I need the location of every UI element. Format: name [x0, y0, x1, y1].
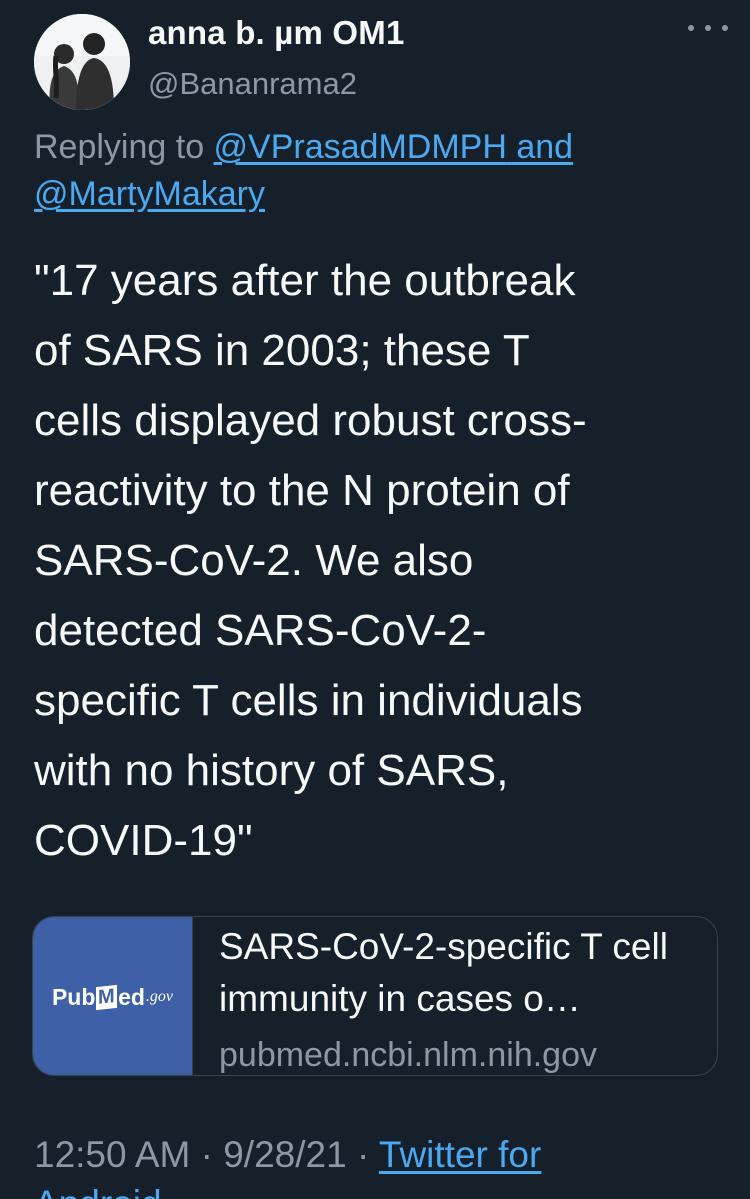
tweet-meta: 12:50 AM · 9/28/21 · Twitter for	[34, 1134, 541, 1176]
meta-separator: ·	[346, 1134, 379, 1175]
mention-link-martymakary[interactable]: @MartyMakary	[34, 175, 265, 213]
tweet-detail: anna b. µm OM1 @Bananrama2 Replying to @…	[0, 0, 750, 1199]
card-title: SARS-CoV-2-specific T cell immunity in c…	[219, 926, 668, 1019]
tweet-time[interactable]: 12:50 AM	[34, 1134, 190, 1175]
card-thumbnail: Pub Med .gov	[33, 917, 193, 1075]
replying-to-label: Replying to	[34, 128, 214, 166]
replying-to-line: Replying to @VPrasadMDMPH and @MartyMakar…	[34, 124, 724, 218]
tweet-date[interactable]: 9/28/21	[223, 1134, 346, 1175]
author-handle[interactable]: @Bananrama2	[148, 66, 357, 102]
card-body: SARS-CoV-2-specific T cell immunity in c…	[193, 917, 717, 1075]
mention-text: @VPrasadMDMPH	[213, 128, 507, 166]
meta-separator: ·	[190, 1134, 224, 1175]
more-dot-icon	[705, 25, 711, 31]
tweet-source-link[interactable]: Twitter for	[379, 1134, 541, 1175]
tweet-text: "17 years after the outbreak of SARS in …	[34, 256, 587, 865]
avatar[interactable]	[34, 14, 130, 110]
mention-joiner: and	[506, 128, 574, 166]
more-dot-icon	[688, 25, 694, 31]
link-preview-card[interactable]: Pub Med .gov SARS-CoV-2-specific T cell im…	[32, 916, 718, 1076]
author-display-name[interactable]: anna b. µm OM1	[148, 14, 405, 52]
more-options-button[interactable]	[688, 16, 728, 40]
profile-photo-icon	[34, 14, 130, 110]
card-domain: pubmed.ncbi.nlm.nih.gov	[219, 1036, 598, 1074]
pubmed-logo-icon: Pub Med .gov	[51, 983, 174, 1010]
mention-link-vprasad[interactable]: @VPrasadMDMPH and	[214, 128, 574, 166]
more-dot-icon	[722, 25, 728, 31]
tweet-source-link-continued[interactable]: Android	[34, 1183, 162, 1199]
